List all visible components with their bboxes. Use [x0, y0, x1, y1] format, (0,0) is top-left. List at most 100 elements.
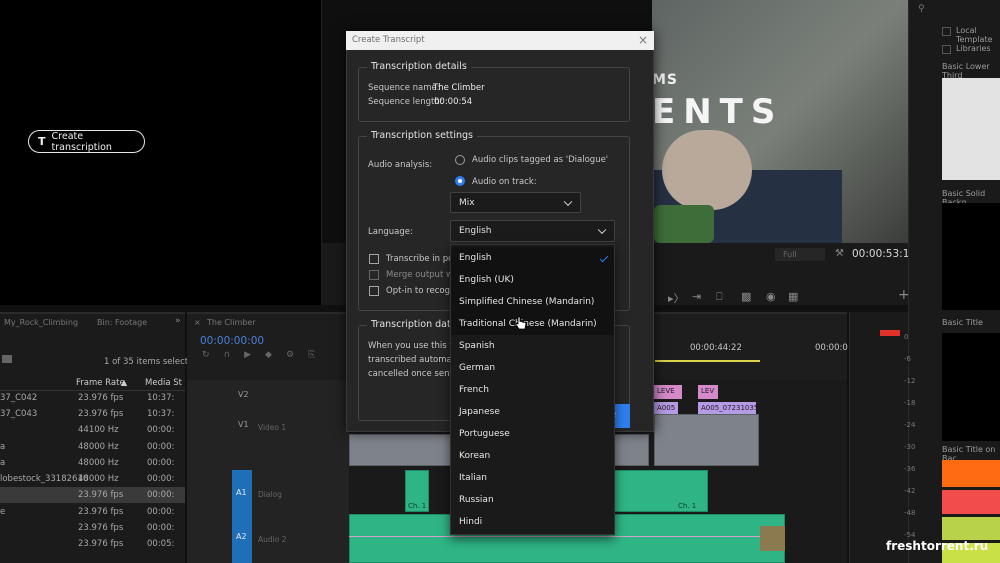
zoom-select[interactable]: Full — [775, 248, 825, 261]
settings-legend: Transcription settings — [367, 130, 478, 141]
template-thumbnail[interactable] — [942, 78, 1000, 180]
table-row[interactable]: lobestock_33182610 48000 Hz 00:00: — [0, 471, 185, 487]
table-row[interactable]: e 23.976 fps 00:00: — [0, 504, 185, 520]
language-select[interactable]: English — [450, 220, 615, 242]
clip-indicator — [880, 330, 900, 336]
video-clip-label[interactable]: A005_07231035 — [698, 402, 758, 414]
column-frame-rate[interactable]: Frame Rate — [76, 378, 125, 388]
go-to-out-icon[interactable]: ⇥ — [692, 290, 701, 303]
template-thumbnail[interactable] — [942, 203, 1000, 310]
wrench-icon[interactable]: ⚒ — [835, 248, 844, 259]
volume-rubber-band[interactable] — [349, 536, 785, 537]
timeline-tool-icons[interactable]: ↻∩▶◆⚙⎘ — [202, 350, 329, 360]
dropdown-option[interactable]: Traditional Chinese (Mandarin) — [451, 313, 614, 335]
dropdown-option[interactable]: Portuguese — [451, 423, 614, 445]
track-name: Audio 2 — [258, 535, 287, 544]
sequence-name-value: The Climber — [433, 83, 485, 93]
camera-icon[interactable]: ◉ — [766, 290, 776, 303]
dropdown-option[interactable]: Russian — [451, 489, 614, 511]
radio-audio-on-track-label: Audio on track: — [472, 177, 537, 187]
ruler-time: 00:00:44:22 — [690, 343, 742, 353]
work-area-bar[interactable] — [655, 360, 760, 362]
table-row[interactable]: 44100 Hz 00:00: — [0, 422, 185, 438]
column-media-start[interactable]: Media St — [145, 378, 182, 388]
track-label-a1: A1 — [236, 488, 247, 497]
dropdown-option[interactable]: Italian — [451, 467, 614, 489]
create-transcription-button[interactable]: T Create transcription — [28, 130, 145, 153]
local-templates-label: Local Template — [956, 26, 993, 44]
table-row[interactable]: 23.976 fps 00:05: — [0, 536, 185, 552]
timeline-timecode[interactable]: 00:00:00:00 — [200, 335, 264, 347]
track-select[interactable]: Mix — [450, 192, 581, 213]
video-hand — [662, 130, 752, 210]
program-timecode: 00:00:53:19 — [852, 248, 917, 260]
dropdown-option[interactable]: Hindi — [451, 511, 614, 533]
data-text: When you use this fea — [368, 341, 463, 351]
panel-overflow-icon[interactable]: » — [175, 316, 181, 326]
title-clip[interactable]: LEVE — [654, 385, 682, 399]
text-icon: T — [38, 135, 46, 148]
meter-tick: 0 — [904, 333, 909, 341]
video-clip[interactable] — [654, 414, 759, 466]
dropdown-option[interactable]: Korean — [451, 445, 614, 467]
language-select-value: English — [459, 226, 492, 236]
step-forward-icon[interactable]: ▸〉 — [668, 290, 685, 306]
dropdown-option[interactable]: Japanese — [451, 401, 614, 423]
dropdown-option[interactable]: Simplified Chinese (Mandarin) — [451, 291, 614, 313]
merge-output-checkbox[interactable] — [369, 270, 379, 280]
table-row[interactable]: a 48000 Hz 00:00: — [0, 439, 185, 455]
meter-tick: -54 — [904, 531, 916, 539]
dropdown-option-english[interactable]: English — [451, 247, 614, 269]
track-select-value: Mix — [459, 197, 475, 208]
search-icon[interactable]: ⚲ — [918, 4, 925, 14]
compare-icon[interactable]: ▦ — [788, 290, 798, 303]
dropdown-option[interactable]: English (UK) — [451, 269, 614, 291]
close-icon[interactable]: × — [636, 33, 650, 47]
project-tab[interactable]: My_Rock_Climbing — [4, 318, 78, 327]
bin-tab[interactable]: Bin: Footage — [97, 318, 147, 327]
track-label-a2: A2 — [236, 532, 247, 541]
dropdown-option[interactable]: Spanish — [451, 335, 614, 357]
track-name: Video 1 — [258, 423, 287, 432]
libraries-checkbox[interactable] — [942, 45, 951, 54]
extract-icon[interactable]: ▩ — [741, 290, 751, 303]
watermark: freshtorrent.ru — [886, 539, 989, 553]
table-row[interactable]: a 48000 Hz 00:00: — [0, 455, 185, 471]
sequence-length-label: Sequence length: — [368, 97, 443, 107]
dialog-title: Create Transcript — [346, 31, 654, 50]
video-chalk-bag — [654, 205, 714, 243]
template-thumbnail[interactable] — [942, 333, 1000, 441]
overlay-title-small: MS — [652, 72, 679, 88]
sequence-name-label: Sequence name: — [368, 83, 440, 93]
meter-tick: -30 — [904, 443, 916, 451]
timeline-tab[interactable]: The Climber — [207, 318, 256, 327]
template-label: Basic Title — [942, 318, 983, 327]
table-row[interactable]: 23.976 fps 00:00: — [0, 520, 185, 536]
radio-dialogue[interactable] — [455, 155, 465, 165]
dropdown-option[interactable]: French — [451, 379, 614, 401]
local-templates-checkbox[interactable] — [942, 27, 951, 36]
sequence-length-value: 00:00:54 — [434, 97, 473, 107]
hand-cursor-icon — [515, 316, 527, 330]
radio-audio-on-track[interactable] — [455, 176, 465, 186]
table-row[interactable]: 37_C042 23.976 fps 10:37: — [0, 390, 185, 406]
language-dropdown-list: English English (UK) Simplified Chinese … — [450, 244, 615, 535]
sort-up-icon[interactable]: ▲ — [121, 378, 127, 387]
video-clip-label[interactable]: A005 — [654, 402, 678, 414]
transcribe-inpoint-checkbox[interactable] — [369, 254, 379, 264]
chevron-down-icon — [597, 225, 607, 235]
meter-tick: -18 — [904, 399, 916, 407]
color-swatch[interactable] — [942, 490, 1000, 514]
audio-clip-end[interactable] — [760, 526, 785, 551]
close-icon[interactable]: × — [194, 318, 201, 327]
lift-icon[interactable]: ⎕ — [716, 290, 723, 304]
details-group — [358, 67, 630, 122]
opt-in-checkbox[interactable] — [369, 286, 379, 296]
color-swatch[interactable] — [942, 460, 1000, 487]
table-row[interactable]: 37_C043 23.976 fps 10:37: — [0, 406, 185, 422]
title-clip[interactable]: LEV E — [698, 385, 718, 407]
meter-tick: -24 — [904, 421, 916, 429]
color-swatch[interactable] — [942, 517, 1000, 540]
dropdown-option[interactable]: German — [451, 357, 614, 379]
table-row-selected[interactable]: 23.976 fps 00:00: — [0, 487, 185, 503]
